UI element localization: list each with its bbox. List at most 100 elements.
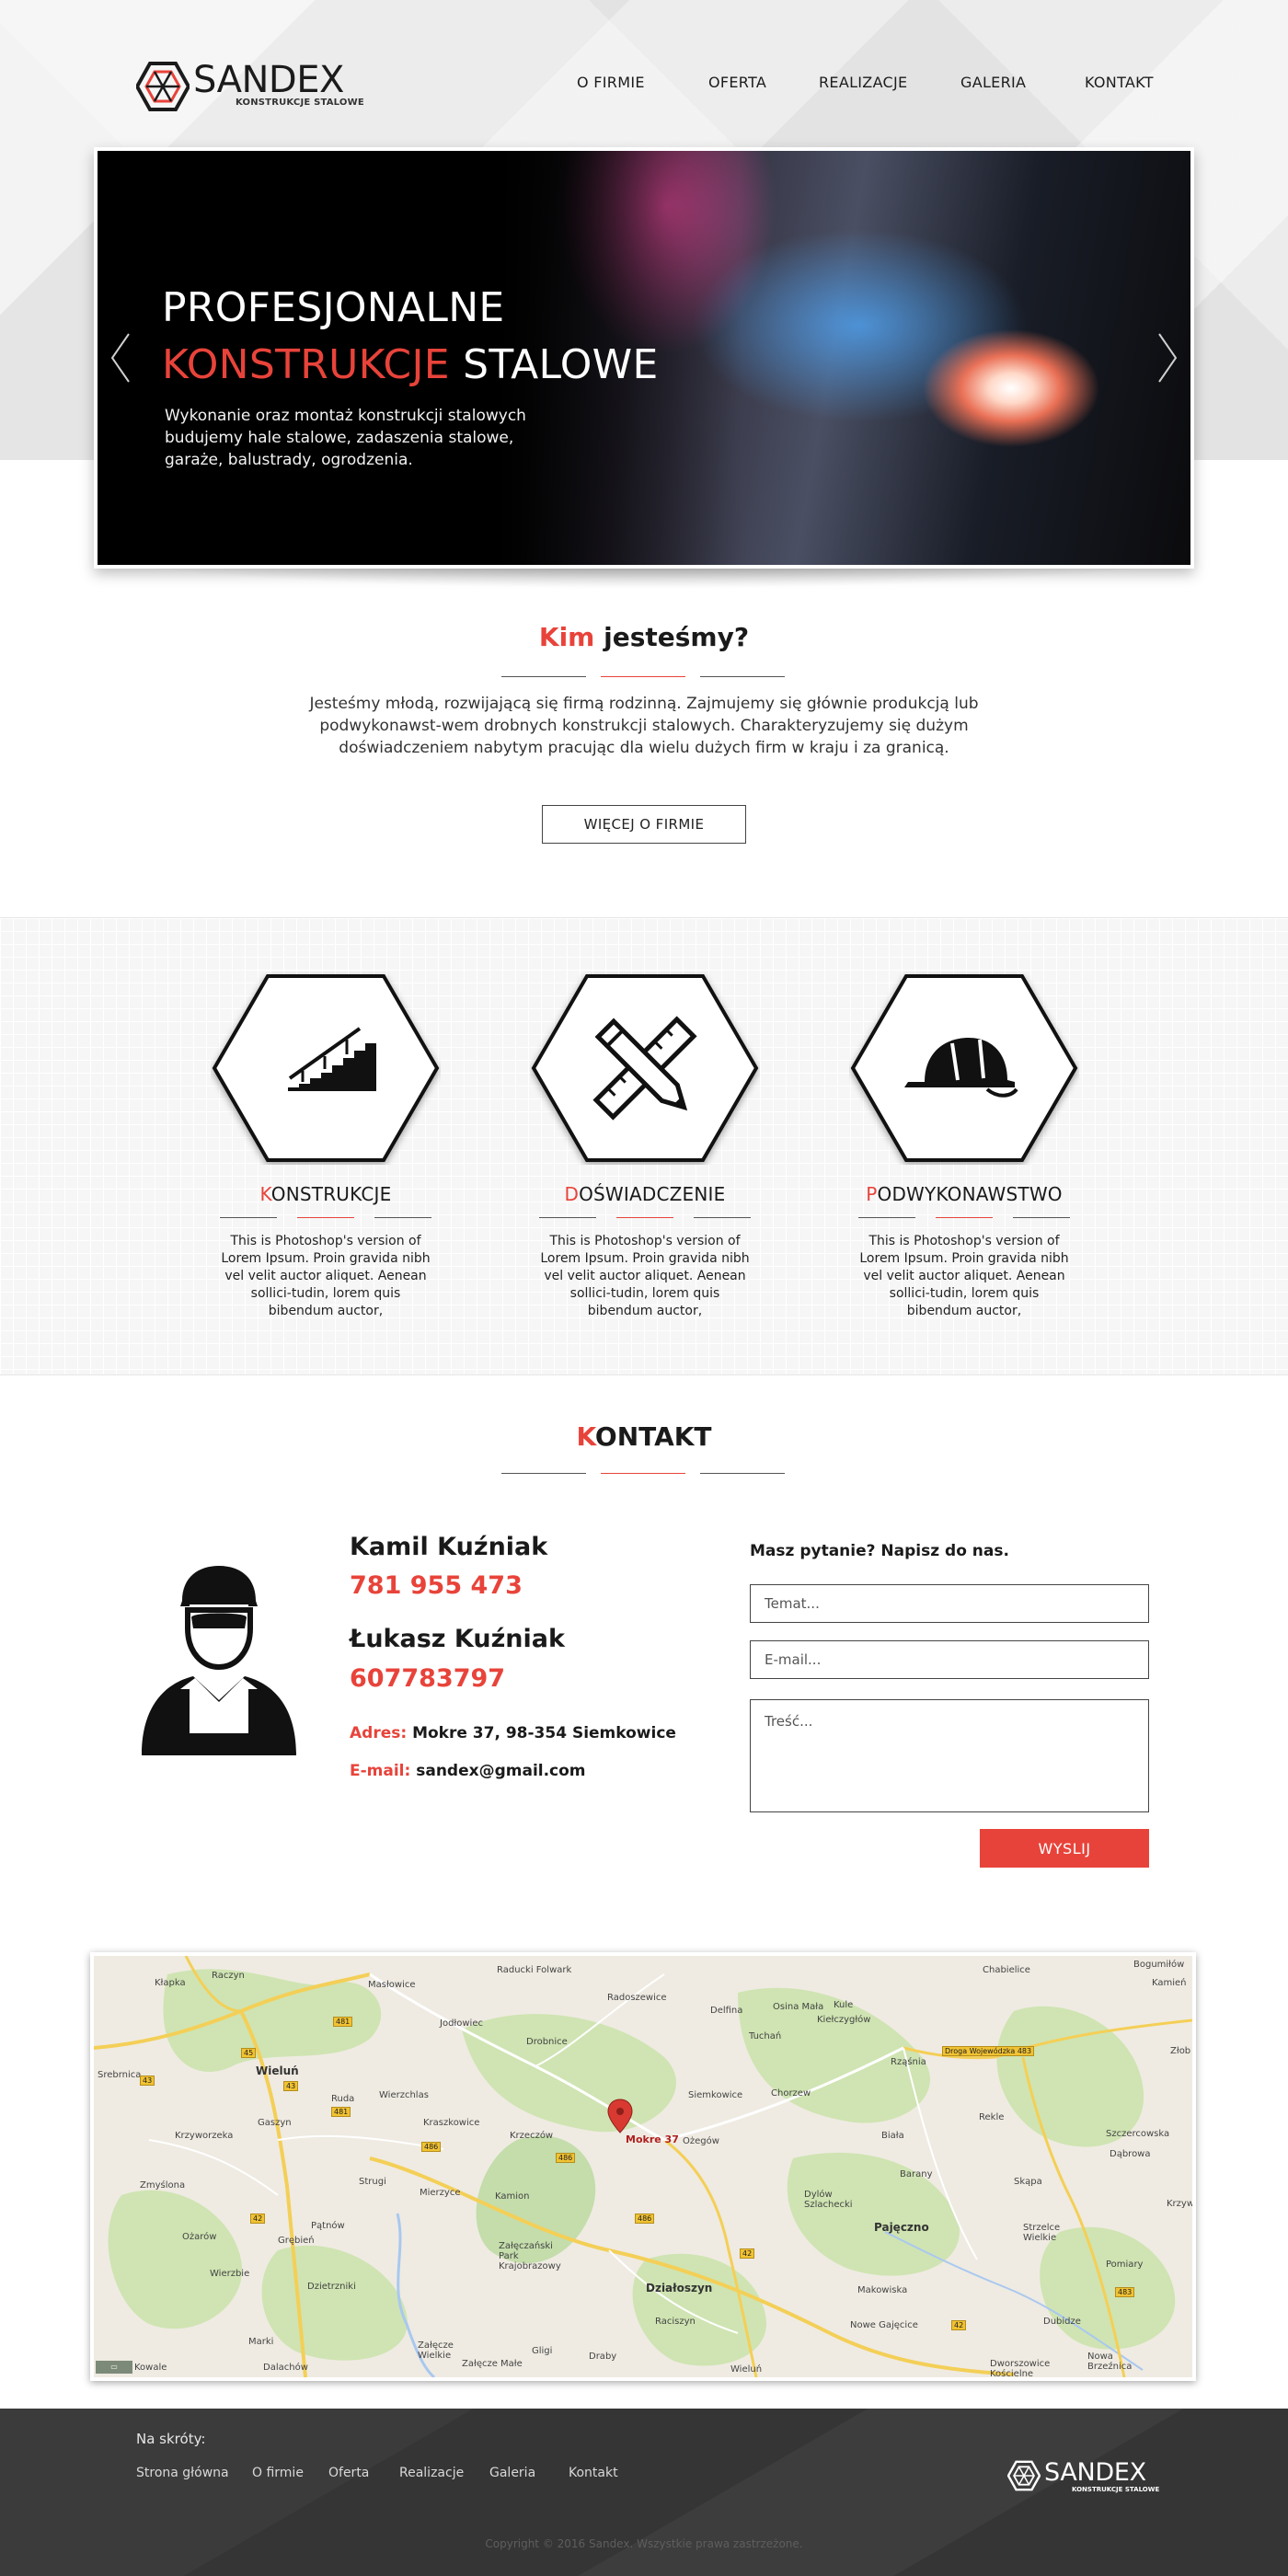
- map-attribution-logo[interactable]: ▭: [96, 2361, 132, 2374]
- road-number-badge: 45: [241, 2048, 257, 2058]
- footer-link-realizacje[interactable]: Realizacje: [399, 2466, 464, 2480]
- logo-hexagon-icon: [136, 62, 190, 111]
- map-label: Wierzbie: [210, 2269, 250, 2279]
- chevron-left-icon: [110, 333, 130, 383]
- map-label: Mierzyce: [420, 2188, 461, 2198]
- logo-name: SANDEX: [193, 59, 344, 101]
- map-label: Grębień: [278, 2236, 315, 2246]
- send-button[interactable]: WYSLIJ: [980, 1829, 1149, 1868]
- logo[interactable]: SANDEX KONSTRUKCJE STALOWE: [136, 59, 366, 114]
- feature-text: This is Photoshop's version of Lorem Ips…: [859, 1234, 1069, 1318]
- about-title: Kim jesteśmy?: [0, 622, 1288, 652]
- footer-logo[interactable]: SANDEX KONSTRUKCJE STALOWE: [1007, 2458, 1164, 2499]
- contact-title: KONTAKT: [0, 1421, 1288, 1452]
- more-about-button[interactable]: WIĘCEJ O FIRMIE: [542, 805, 746, 844]
- hero-description: Wykonanie oraz montaż konstrukcji stalow…: [165, 407, 526, 469]
- map-label: Raducki Folwark: [497, 1965, 572, 1975]
- map-label: Krzyworzeka: [175, 2131, 234, 2141]
- feature-title-initial: K: [259, 1183, 271, 1205]
- feature-title-rest: ODWYKONAWSTWO: [877, 1183, 1063, 1205]
- feature-title-rest: ONSTRUKCJE: [270, 1183, 392, 1205]
- feature-title-rest: OŚWIADCZENIE: [579, 1183, 726, 1205]
- map-label: Rząśnia: [891, 2057, 926, 2067]
- map-label: Radoszewice: [607, 1993, 667, 2003]
- worker-avatar-icon: [142, 1566, 296, 1755]
- contact-address: Adres: Mokre 37, 98-354 Siemkowice: [350, 1724, 676, 1742]
- logo-hexagon-icon: [1007, 2460, 1041, 2491]
- map-label: Siemkowice: [688, 2090, 743, 2100]
- map-label: Chorzew: [771, 2088, 811, 2099]
- map-label: Srebrnica: [98, 2070, 142, 2080]
- footer-link-galeria[interactable]: Galeria: [489, 2466, 535, 2480]
- message-textarea[interactable]: [750, 1699, 1149, 1812]
- road-number-badge: 42: [250, 2214, 266, 2224]
- nav-item-oferta[interactable]: OFERTA: [708, 74, 766, 91]
- map-label: Załęcze Wielkie: [418, 2340, 454, 2361]
- logo-tagline: KONSTRUKCJE STALOWE: [236, 98, 364, 108]
- map-label: Ożegów: [683, 2136, 719, 2146]
- map-graphics: [94, 1956, 1192, 2377]
- road-number-badge: 43: [140, 2076, 155, 2086]
- contact-person-name: Kamil Kuźniak: [350, 1533, 548, 1561]
- hero-slide: PROFESJONALNE KONSTRUKCJE STALOWE Wykona…: [98, 151, 1190, 565]
- form-title: Masz pytanie? Napisz do nas.: [750, 1542, 1009, 1560]
- map-label: Wierzchlas: [379, 2090, 429, 2100]
- feature-divider: [858, 1217, 1070, 1218]
- feature-text: This is Photoshop's version of Lorem Ips…: [221, 1234, 431, 1318]
- map-label: Załęczański Park Krajobrazowy: [499, 2241, 561, 2271]
- map-label: Drobnice: [526, 2037, 568, 2047]
- ruler-pencil-icon: [531, 974, 759, 1162]
- map-label: Osina Mała: [773, 2002, 824, 2012]
- nav-item-galeria[interactable]: GALERIA: [960, 74, 1026, 91]
- slider-prev-button[interactable]: [107, 330, 134, 385]
- hero-title-line1: PROFESJONALNE: [162, 284, 505, 331]
- nav-item-kontakt[interactable]: KONTAKT: [1085, 74, 1154, 91]
- map-label: Barany: [900, 2169, 933, 2179]
- road-number-badge: 481: [333, 2017, 353, 2027]
- feature-title: DOŚWIADCZENIE: [530, 1183, 760, 1205]
- shortcuts-title: Na skróty:: [136, 2431, 206, 2447]
- map-canvas[interactable]: Kłapka Raczyn Masłowice Radoszewice Delf…: [94, 1956, 1192, 2377]
- footer-link-o-firmie[interactable]: O firmie: [252, 2466, 304, 2480]
- email-input[interactable]: [750, 1640, 1149, 1679]
- road-number-badge: 483: [1115, 2287, 1135, 2297]
- about-divider: [501, 676, 787, 678]
- map-label: Tuchań: [749, 2031, 782, 2041]
- feature-title-initial: P: [866, 1183, 878, 1205]
- feature-text: This is Photoshop's version of Lorem Ips…: [540, 1234, 750, 1318]
- about-title-rest: jesteśmy?: [594, 622, 750, 652]
- map-marker-label[interactable]: Mokre 37: [626, 2133, 679, 2145]
- feature-doswiadczenie: DOŚWIADCZENIE This is Photoshop's versio…: [530, 972, 760, 1358]
- nav-item-o-firmie[interactable]: O FIRMIE: [577, 74, 645, 91]
- contact-person-phone[interactable]: 607783797: [350, 1664, 505, 1693]
- map-label: Makowiska: [857, 2285, 908, 2295]
- map-label: Nowa Brzeźnica: [1087, 2352, 1133, 2372]
- slider-next-button[interactable]: [1154, 330, 1181, 385]
- subject-input[interactable]: [750, 1584, 1149, 1623]
- hero-slider: PROFESJONALNE KONSTRUKCJE STALOWE Wykona…: [94, 147, 1194, 569]
- hero-title-rest: STALOWE: [449, 341, 659, 388]
- map-label: Gaszyn: [258, 2118, 292, 2128]
- contact-person-phone[interactable]: 781 955 473: [350, 1571, 523, 1600]
- footer-link-kontakt[interactable]: Kontakt: [569, 2466, 618, 2480]
- copyright: Copyright © 2016 Sandex. Wszystkie prawa…: [485, 2537, 803, 2550]
- map-label: Skąpa: [1014, 2177, 1042, 2187]
- location-map[interactable]: Kłapka Raczyn Masłowice Radoszewice Delf…: [90, 1952, 1196, 2381]
- footer-link-home[interactable]: Strona główna: [136, 2466, 229, 2480]
- map-label: Bogumiłów: [1133, 1960, 1185, 1970]
- hard-hat-icon: [850, 974, 1078, 1162]
- map-label: Pątnów: [311, 2221, 345, 2231]
- feature-divider: [539, 1217, 751, 1218]
- map-label: Działoszyn: [646, 2282, 713, 2294]
- map-label: Dubidze: [1043, 2317, 1081, 2327]
- feature-konstrukcje: KONSTRUKCJE This is Photoshop's version …: [211, 972, 441, 1358]
- road-number-badge: 42: [740, 2248, 755, 2259]
- footer-link-oferta[interactable]: Oferta: [328, 2466, 369, 2480]
- nav-item-realizacje[interactable]: REALIZACJE: [819, 74, 907, 91]
- map-label: Kiełczygłów: [817, 2015, 871, 2025]
- road-number-badge: 486: [421, 2142, 442, 2152]
- contact-title-accent: K: [576, 1421, 595, 1452]
- map-label: Strugi: [359, 2177, 386, 2187]
- email-value[interactable]: sandex@gmail.com: [410, 1762, 585, 1780]
- map-label: Draby: [589, 2352, 617, 2362]
